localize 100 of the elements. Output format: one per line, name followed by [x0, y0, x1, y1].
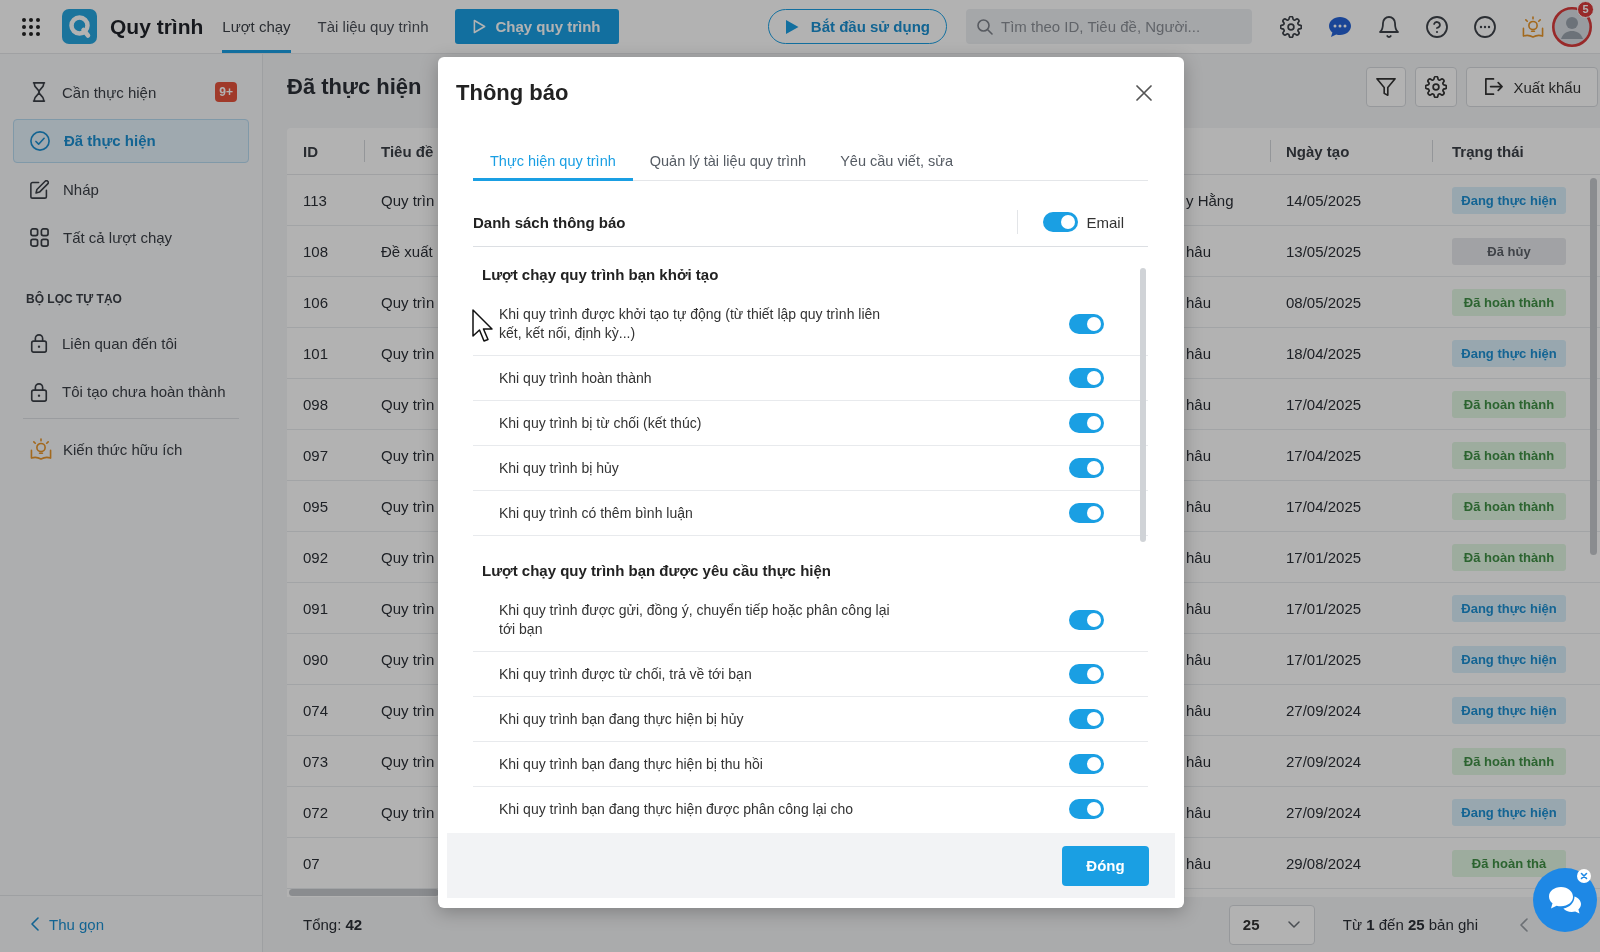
help-icon[interactable]: [1426, 15, 1448, 38]
status-tag: Đang thực hiện: [1452, 339, 1566, 367]
lock-icon: [30, 333, 48, 353]
chat-icon[interactable]: [1328, 15, 1352, 38]
sidebar-item[interactable]: Liên quan đến tôi: [13, 321, 249, 365]
status-tag: Đang thực hiện: [1452, 798, 1566, 826]
notification-toggle[interactable]: [1069, 664, 1104, 684]
table-cell-text: 072: [302, 802, 330, 823]
status-tag: Đã hoàn thành: [1452, 747, 1566, 775]
sidebar-item[interactable]: Tất cả lượt chạy: [13, 215, 249, 260]
notification-toggle[interactable]: [1069, 754, 1104, 774]
table-cell-text: hâu: [1186, 853, 1213, 874]
notification-toggle[interactable]: [1069, 799, 1104, 819]
table-cell-text: 27/09/2024: [1285, 802, 1363, 823]
scrollbar-thumb[interactable]: [1140, 268, 1146, 542]
apps-grid-icon[interactable]: [22, 17, 40, 36]
app-logo: [62, 9, 97, 44]
notification-label: Khi quy trình hoàn thành: [499, 368, 653, 388]
table-cell-text: 090: [302, 649, 330, 670]
table-cell-text: 097: [302, 445, 330, 466]
table-cell-text: 17/01/2025: [1285, 547, 1363, 568]
table-cell-text: Quy trìn: [380, 751, 436, 772]
play-icon: [784, 18, 799, 35]
table-cell-text: 106: [302, 292, 330, 313]
export-icon: [1483, 77, 1504, 97]
bell-icon[interactable]: [1378, 15, 1400, 38]
dialog-tab[interactable]: Quản lý tài liệu quy trình: [632, 140, 824, 181]
user-avatar[interactable]: [1552, 6, 1592, 47]
notification-toggle[interactable]: [1069, 503, 1104, 523]
status-tag: Đã hủy: [1452, 237, 1566, 265]
notification-label: Khi quy trình được khởi tạo tự động (từ thiết lập quy trình liên kết, kết nối, định kỳ...): [499, 305, 882, 343]
table-cell-text: 095: [302, 496, 330, 517]
table-cell-text: 17/04/2025: [1285, 496, 1363, 517]
dialog-tab[interactable]: Yêu cầu viết, sửa: [823, 140, 971, 181]
sidebar-item[interactable]: Nháp: [13, 167, 249, 211]
play-icon: [473, 19, 487, 34]
table-cell-text: Quy trìn: [380, 649, 436, 670]
page-title: Đã thực hiện: [287, 74, 422, 100]
table-cell-text: hâu: [1186, 292, 1213, 313]
table-cell-text: 08/05/2025: [1285, 292, 1363, 313]
status-tag: Đã hoàn thành: [1452, 390, 1566, 418]
table-cell-text: Quy trìn: [380, 598, 436, 619]
table-cell-text: hâu: [1186, 343, 1213, 364]
export-button[interactable]: Xuất khẩu: [1466, 67, 1598, 107]
notification-toggle[interactable]: [1069, 314, 1104, 334]
table-cell-text: hâu: [1186, 496, 1213, 517]
table-cell-text: 113: [302, 190, 328, 211]
table-cell-text: Quy trìn: [380, 547, 436, 568]
chevron-left-icon[interactable]: [1520, 917, 1528, 932]
table-cell-text: Quy trìn: [380, 445, 436, 466]
table-cell-text: Đề xuất: [380, 241, 434, 262]
table-cell-text: 29/08/2024: [1285, 853, 1363, 874]
list-heading: Danh sách thông báo: [473, 213, 627, 231]
settings-button[interactable]: [1415, 67, 1458, 107]
sidebar-item[interactable]: Kiến thức hữu ích: [13, 427, 249, 471]
table-cell-text: hâu: [1186, 547, 1213, 568]
chevron-down-icon: [1287, 921, 1300, 928]
dialog-title: Thông báo: [456, 80, 570, 106]
notification-label: Khi quy trình bị từ chối (kết thúc): [499, 413, 703, 433]
cursor-icon: [472, 309, 494, 343]
email-toggle[interactable]: [1043, 212, 1079, 232]
table-cell-text: y Hằng: [1186, 190, 1235, 211]
table-cell-text: hâu: [1186, 751, 1213, 772]
notification-toggle[interactable]: [1069, 458, 1104, 478]
table-cell-text: Quy trìn: [380, 394, 436, 415]
lightbulb-book-icon[interactable]: [1522, 15, 1544, 38]
sidebar-item[interactable]: Tôi tạo chưa hoàn thành: [13, 369, 249, 414]
nav-tab[interactable]: Tài liệu quy trình: [317, 0, 429, 53]
notification-toggle[interactable]: [1069, 368, 1104, 388]
page-size-select[interactable]: 25: [1228, 904, 1315, 945]
settings-icon[interactable]: [1280, 15, 1302, 38]
table-cell-text: 17/04/2025: [1285, 394, 1363, 415]
notification-toggle[interactable]: [1069, 610, 1104, 630]
status-tag: Đã hoàn thà: [1452, 849, 1566, 877]
pagination-info: Từ 1 đến 25 bản ghi: [1342, 916, 1478, 933]
search-field[interactable]: Tìm theo ID, Tiêu đề, Người...: [966, 9, 1252, 44]
notification-toggle[interactable]: [1069, 709, 1104, 729]
more-icon[interactable]: [1474, 15, 1496, 38]
status-tag: Đã hoàn thành: [1452, 288, 1566, 316]
lightbulb-book-icon: [30, 438, 52, 460]
notification-label: Khi quy trình bị hủy: [499, 458, 620, 478]
filter-button[interactable]: [1366, 67, 1407, 107]
app-title: Quy trình: [110, 14, 204, 39]
table-cell-text: 074: [302, 700, 330, 721]
close-icon[interactable]: [1577, 869, 1591, 883]
table-cell-text: hâu: [1186, 802, 1213, 823]
notification-label: Khi quy trình bạn đang thực hiện được phân công lại cho: [499, 799, 855, 819]
scrollbar-thumb[interactable]: [1590, 178, 1597, 555]
scrollbar-thumb[interactable]: [289, 889, 439, 896]
table-cell-text: hâu: [1186, 598, 1213, 619]
filter-icon: [1376, 77, 1397, 97]
notification-toggle[interactable]: [1069, 413, 1104, 433]
table-cell-text: 108: [302, 241, 330, 262]
notification-label: Khi quy trình được gửi, đồng ý, chuyển tiếp hoặc phân công lại tới bạn: [499, 601, 891, 639]
column-header[interactable]: ID: [287, 128, 364, 174]
table-cell-text: 17/01/2025: [1285, 598, 1363, 619]
notification-label: Khi quy trình bạn đang thực hiện bị hủy: [499, 709, 745, 729]
sidebar-item[interactable]: Cần thực hiện 9+: [13, 70, 249, 114]
settings-icon: [1425, 76, 1448, 98]
close-icon[interactable]: [1136, 85, 1152, 101]
